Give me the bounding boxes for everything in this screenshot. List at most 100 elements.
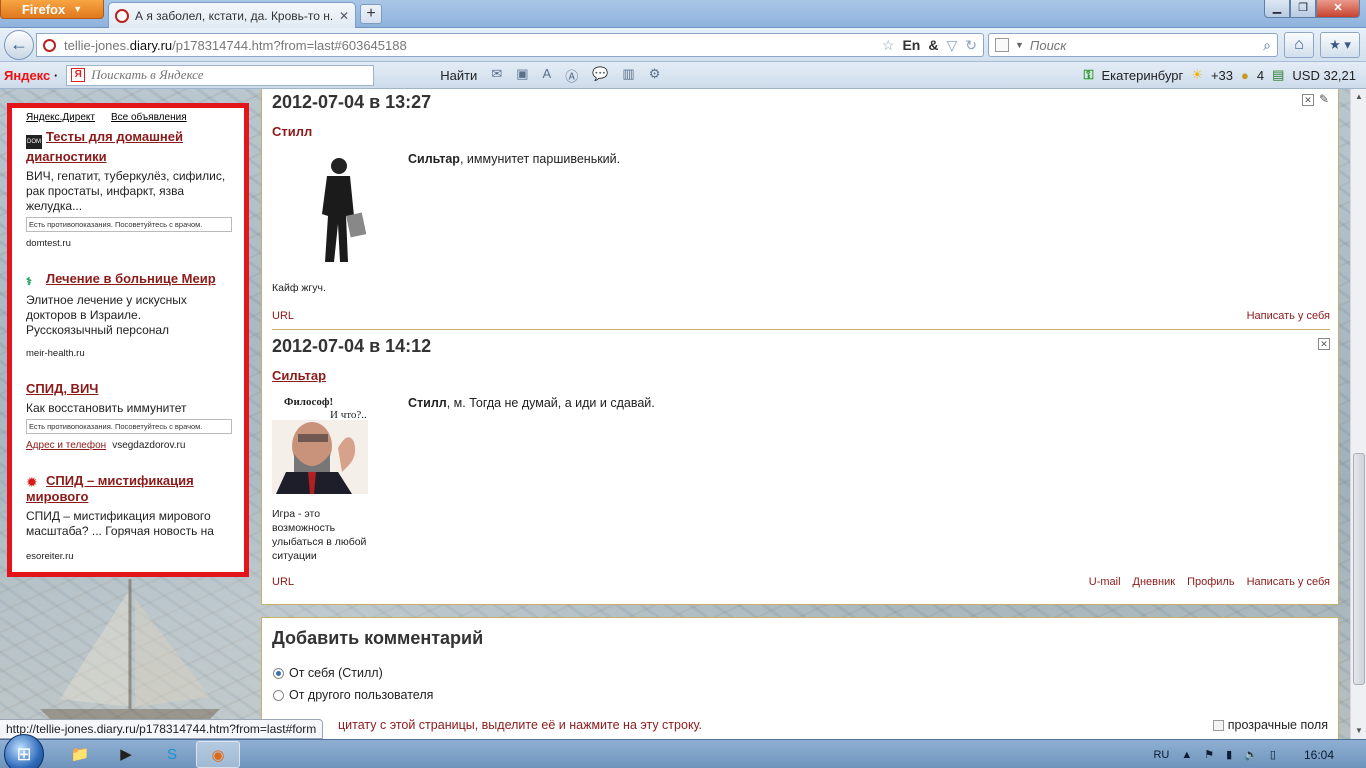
translate-tool-icon[interactable]: A bbox=[543, 66, 552, 85]
explorer-folder-icon[interactable]: 📁 bbox=[58, 741, 102, 768]
option-other-radio[interactable]: От другого пользователя bbox=[273, 688, 433, 702]
currency-label[interactable]: USD 32,21 bbox=[1292, 68, 1356, 83]
tray-expand-icon[interactable]: ▲ bbox=[1181, 749, 1192, 761]
new-tab-button[interactable]: + bbox=[360, 4, 382, 24]
ampersand-icon[interactable]: & bbox=[928, 37, 938, 53]
delete-comment-icon[interactable]: ✕ bbox=[1302, 94, 1314, 106]
clock[interactable]: 16:04 bbox=[1304, 748, 1334, 762]
yandex-tool-icons: ✉ ▣ A Ⓐ 💬 ▥ ⚙ bbox=[491, 66, 660, 85]
mail-icon[interactable]: ✉ bbox=[491, 66, 502, 85]
status-bar-url: http://tellie-jones.diary.ru/p178314744.… bbox=[0, 719, 324, 739]
search-input[interactable] bbox=[1029, 37, 1258, 53]
ad-domain[interactable]: esoreiter.ru bbox=[26, 551, 230, 562]
close-window-button[interactable]: ✕ bbox=[1316, 0, 1360, 18]
chat-bubble-icon[interactable]: 💬 bbox=[592, 66, 608, 85]
delete-comment-icon[interactable]: ✕ bbox=[1318, 338, 1330, 350]
skype-icon[interactable]: S bbox=[150, 741, 194, 768]
battery-icon[interactable]: ▯ bbox=[1270, 748, 1276, 761]
all-ads-link[interactable]: Все объявления bbox=[111, 112, 187, 123]
yandex-direct-link[interactable]: Яндекс.Директ bbox=[26, 112, 95, 123]
scrollbar-thumb[interactable] bbox=[1353, 453, 1365, 685]
add-comment-title: Добавить комментарий bbox=[272, 628, 484, 648]
firefox-menu-button[interactable]: Firefox ▼ bbox=[0, 0, 104, 19]
vertical-scrollbar[interactable]: ▲ ▼ bbox=[1350, 89, 1366, 739]
maximize-button[interactable]: ❐ bbox=[1290, 0, 1316, 18]
ad-title-link[interactable]: Лечение в больнице Меир bbox=[46, 271, 216, 286]
option-self-radio[interactable]: От себя (Стилл) bbox=[273, 666, 383, 680]
bookmark-star-icon[interactable]: ☆ bbox=[882, 37, 895, 54]
chevron-down-icon[interactable]: ▼ bbox=[1015, 40, 1024, 50]
url-dropdown-icon[interactable]: ▽ bbox=[946, 37, 957, 54]
settings-gear-icon[interactable]: ⚙ bbox=[649, 66, 661, 85]
url-text[interactable]: tellie-jones.diary.ru/p178314744.htm?fro… bbox=[64, 38, 874, 53]
scroll-up-icon[interactable]: ▲ bbox=[1351, 89, 1366, 105]
comment-url-link[interactable]: URL bbox=[272, 310, 294, 322]
yandex-find-button[interactable]: Найти bbox=[440, 68, 477, 83]
yandex-logo[interactable]: Яндекс · bbox=[4, 68, 58, 83]
ad-title-link[interactable]: СПИД – мистификация мирового bbox=[26, 473, 194, 504]
comment-separator bbox=[272, 329, 1330, 330]
yandex-informers: ⚿ Екатеринбург ☀ +33 ● 4 ▤ USD 32,21 bbox=[1084, 67, 1366, 83]
reload-icon[interactable]: ↻ bbox=[965, 37, 977, 54]
traffic-icon: ● bbox=[1241, 67, 1249, 83]
back-button[interactable]: ← bbox=[4, 30, 34, 60]
site-identity-icon[interactable] bbox=[43, 38, 56, 52]
ad-domain[interactable]: domtest.ru bbox=[26, 238, 230, 249]
search-engine-icon[interactable] bbox=[995, 38, 1009, 52]
ad-domain[interactable]: meir-health.ru bbox=[26, 348, 230, 359]
bookmarks-button[interactable]: ★ ▾ bbox=[1320, 32, 1360, 58]
radio-unchecked-icon[interactable] bbox=[273, 689, 284, 701]
profile-link[interactable]: Профиль bbox=[1187, 576, 1235, 588]
yandex-y-icon: Я bbox=[71, 68, 86, 82]
volume-icon[interactable]: 🔈 bbox=[1244, 748, 1258, 761]
u-mail-link[interactable]: U-mail bbox=[1089, 576, 1121, 588]
temperature-label[interactable]: +33 bbox=[1211, 68, 1233, 83]
city-label[interactable]: Екатеринбург bbox=[1102, 68, 1184, 83]
scroll-down-icon[interactable]: ▼ bbox=[1351, 723, 1366, 739]
action-center-flag-icon[interactable]: ⚑ bbox=[1204, 748, 1214, 761]
comment-author[interactable]: Сильтар bbox=[272, 368, 326, 383]
language-indicator[interactable]: RU bbox=[1153, 749, 1169, 761]
author-avatar[interactable]: Философ! И что?.. bbox=[272, 394, 368, 494]
network-signal-icon[interactable]: ▮ bbox=[1226, 748, 1232, 761]
books-icon[interactable]: ▥ bbox=[622, 66, 634, 85]
edit-comment-icon[interactable]: ✎ bbox=[1318, 93, 1330, 106]
minimize-button[interactable]: ▁ bbox=[1264, 0, 1290, 18]
search-icon[interactable]: ⌕ bbox=[1263, 37, 1271, 54]
browser-tab[interactable]: А я заболел, кстати, да. Кровь-то н... ✕ bbox=[108, 2, 356, 28]
comment-author[interactable]: Стилл bbox=[272, 124, 312, 139]
yandex-search-input[interactable] bbox=[91, 67, 370, 83]
address-bar[interactable]: tellie-jones.diary.ru/p178314744.htm?fro… bbox=[36, 33, 984, 57]
yandex-search-box[interactable]: Я bbox=[66, 64, 375, 86]
translate-icon[interactable]: En bbox=[902, 37, 920, 53]
ad-domain[interactable]: vsegdazdorov.ru bbox=[112, 440, 185, 451]
ads-header: Яндекс.Директ Все объявления bbox=[26, 112, 230, 123]
comment-url-link[interactable]: URL bbox=[272, 576, 294, 588]
search-bar[interactable]: ▼ ⌕ bbox=[988, 33, 1278, 57]
author-avatar[interactable] bbox=[292, 154, 388, 262]
spelling-icon[interactable]: Ⓐ bbox=[565, 66, 578, 85]
home-button[interactable]: ⌂ bbox=[1284, 32, 1314, 58]
checkbox-icon[interactable] bbox=[1212, 719, 1224, 731]
diary-link[interactable]: Дневник bbox=[1133, 576, 1176, 588]
radio-checked-icon[interactable] bbox=[273, 667, 284, 679]
ad-title-link[interactable]: СПИД, ВИЧ bbox=[26, 381, 98, 396]
close-tab-icon[interactable]: ✕ bbox=[339, 9, 349, 23]
firefox-taskbar-icon[interactable]: ◉ bbox=[196, 741, 240, 768]
key-icon[interactable]: ⚿ bbox=[1084, 67, 1094, 83]
ad-address-link[interactable]: Адрес и телефон bbox=[26, 440, 106, 451]
quote-selection-hint[interactable]: цитату с этой страницы, выделите её и на… bbox=[338, 718, 702, 732]
start-button[interactable]: ⊞ bbox=[4, 734, 44, 768]
transparent-fields-checkbox[interactable]: прозрачные поля bbox=[1212, 718, 1328, 732]
ad-item: ⚕ Лечение в больнице Меир Элитное лечение… bbox=[26, 271, 230, 359]
addressee-name[interactable]: Сильтар bbox=[408, 152, 460, 166]
write-to-own-diary-link[interactable]: Написать у себя bbox=[1247, 310, 1330, 322]
addressee-name[interactable]: Стилл bbox=[408, 396, 447, 410]
ad-title-link[interactable]: Тесты для домашней диагностики bbox=[26, 129, 183, 164]
comment-text: Сильтар, иммунитет паршивенький. bbox=[408, 152, 620, 166]
coins-label[interactable]: 4 bbox=[1257, 68, 1264, 83]
write-to-own-diary-link[interactable]: Написать у себя bbox=[1247, 576, 1330, 588]
comment-links: U-mail Дневник Профиль Написать у себя bbox=[1089, 576, 1330, 588]
disk-icon[interactable]: ▣ bbox=[516, 66, 528, 85]
media-player-icon[interactable]: ▶ bbox=[104, 741, 148, 768]
